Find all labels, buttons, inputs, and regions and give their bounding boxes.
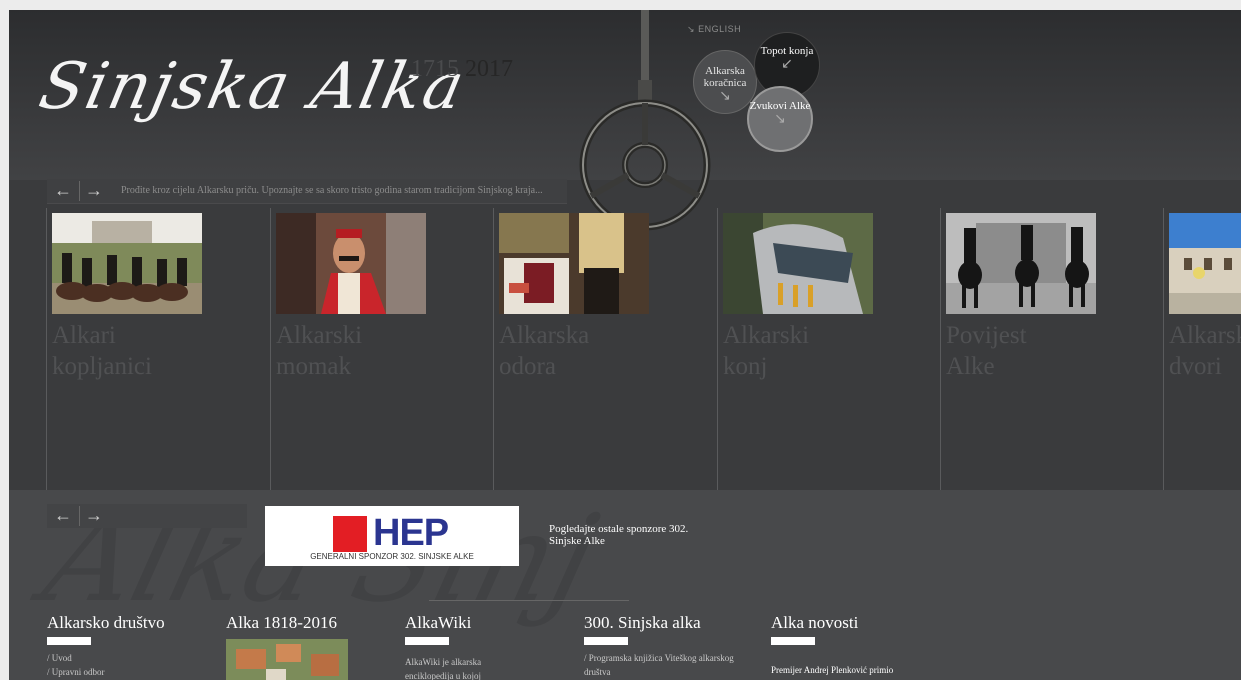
card-alkari-kopljanici[interactable]: Alkari kopljanici (46, 208, 270, 490)
footer-heading[interactable]: AlkaWiki (405, 613, 481, 633)
footer-link-uvod[interactable]: / Uvod (47, 651, 165, 665)
hep-logo-mark-icon (333, 516, 367, 552)
card-alkarska-odora[interactable]: Alkarska odora (493, 208, 717, 490)
other-sponsors-link[interactable]: Pogledajte ostale sponzore 302. Sinjske … (549, 523, 719, 547)
card-alkarski-momak[interactable]: Alkarski momak (270, 208, 494, 490)
story-bar: ← → Prođite kroz cijelu Alkarsku priču. … (47, 179, 567, 204)
bubble-label: Alkarska koračnica (703, 65, 747, 89)
alkawiki-text: AlkaWiki je alkarska (405, 657, 482, 667)
card-title-line: Alkarska (499, 322, 590, 349)
sponsor-next-button[interactable]: → (79, 506, 108, 526)
footer-heading-bar (771, 637, 815, 645)
card-photo (499, 213, 649, 314)
footer-heading[interactable]: Alka 1818-2016 (226, 613, 337, 633)
card-alkarski-dvori[interactable]: Alkarski dvori (1163, 208, 1241, 490)
footer-link-upravni-odbor[interactable]: / Upravni odbor (47, 665, 165, 679)
footer-col-alka-1818-2016: Alka 1818-2016 (226, 613, 348, 680)
bubble-label: Topot konja (760, 45, 814, 57)
prev-arrow-button[interactable]: ← (49, 181, 77, 201)
footer-heading[interactable]: Alka novosti (771, 613, 893, 633)
card-alkarski-konj[interactable]: Alkarski konj (717, 208, 941, 490)
sponsor-arrows: ← → (47, 504, 247, 528)
bubble-alkarska-koracnica[interactable]: Alkarska koračnica ↘ (693, 50, 757, 114)
card-title: Alkarska odora (499, 320, 589, 382)
news-headline[interactable]: Premijer Andrej Plenković primio (771, 663, 893, 677)
alkawiki-text-2: enciklopedija u kojoj (405, 671, 481, 680)
next-arrow-button[interactable]: → (79, 181, 108, 201)
hep-sponsor-caption: GENERALNI SPONZOR 302. SINJSKE ALKE (310, 552, 474, 561)
divider (429, 600, 629, 601)
footer-col-alkarsko-drustvo: Alkarsko društvo / Uvod / Upravni odbor (47, 613, 165, 679)
card-title-line: odora (499, 353, 556, 380)
card-title-line: Alkari (52, 322, 116, 349)
arrow-down-left-icon: ↙ (781, 57, 793, 72)
footer-heading[interactable]: Alkarsko društvo (47, 613, 165, 633)
footer-heading-bar (584, 637, 628, 645)
alka-ring-icon (579, 10, 711, 231)
footer-heading-bar (405, 637, 449, 645)
card-title-line: Alkarski (723, 322, 810, 349)
story-intro-text: Prođite kroz cijelu Alkarsku priču. Upoz… (121, 185, 543, 196)
arrow-down-right-icon: ↘ (774, 112, 786, 127)
card-title: Alkarski konj (723, 320, 809, 382)
card-title: Alkari kopljanici (52, 320, 152, 382)
footer-col-alka-novosti: Alka novosti Premijer Andrej Plenković p… (771, 613, 893, 677)
year-start: 1715 (411, 56, 459, 82)
card-title-line: Alkarski (276, 322, 363, 349)
lower-section: Alka Sinj ← → HEP GENERALNI SPONZOR 302.… (9, 490, 1241, 680)
bubble-zvukovi-alke[interactable]: Zvukovi Alke ↘ (747, 86, 813, 152)
footer-heading-bar (47, 637, 91, 645)
card-photo (276, 213, 426, 314)
card-title: Povijest Alke (946, 320, 1027, 382)
card-title-line: Povijest (946, 322, 1027, 349)
card-title-line: dvori (1169, 353, 1222, 380)
hep-logo: HEP (373, 512, 449, 554)
card-title-line: momak (276, 353, 351, 380)
sponsor-prev-button[interactable]: ← (49, 506, 77, 526)
card-title-line: Alke (946, 353, 995, 380)
year-end: 2017 (465, 56, 513, 82)
bubble-label: Zvukovi Alke (749, 100, 811, 112)
card-title-line: kopljanici (52, 353, 152, 380)
footer-col-300-sinjska-alka: 300. Sinjska alka / Programska knjižica … (584, 613, 734, 679)
footer-link-programska-knjizica[interactable]: / Programska knjižica Viteškog alkarskog (584, 651, 734, 665)
card-title: Alkarski momak (276, 320, 362, 382)
site-frame: Sinjska Alka 1715 2017 ↘ ENGLISH Alkarsk… (9, 10, 1241, 680)
card-povijest-alke[interactable]: Povijest Alke (940, 208, 1164, 490)
alka-aerial-photo[interactable] (226, 639, 348, 680)
card-photo (946, 213, 1096, 314)
footer-link-drustva[interactable]: društva (584, 665, 734, 679)
card-title-line: konj (723, 353, 768, 380)
footer-col-alkawiki: AlkaWiki AlkaWiki je alkarska encikloped… (405, 613, 481, 680)
card-photo (1169, 213, 1241, 314)
site-logo[interactable]: Sinjska Alka (33, 50, 472, 124)
card-photo (52, 213, 202, 314)
arrow-down-right-icon: ↘ (719, 89, 731, 104)
card-title: Alkarski dvori (1169, 320, 1241, 382)
card-photo (723, 213, 873, 314)
hep-sponsor-banner[interactable]: HEP GENERALNI SPONZOR 302. SINJSKE ALKE (265, 506, 519, 566)
footer-heading[interactable]: 300. Sinjska alka (584, 613, 734, 633)
card-title-line: Alkarski (1169, 322, 1241, 349)
year-range: 1715 2017 (411, 56, 513, 83)
